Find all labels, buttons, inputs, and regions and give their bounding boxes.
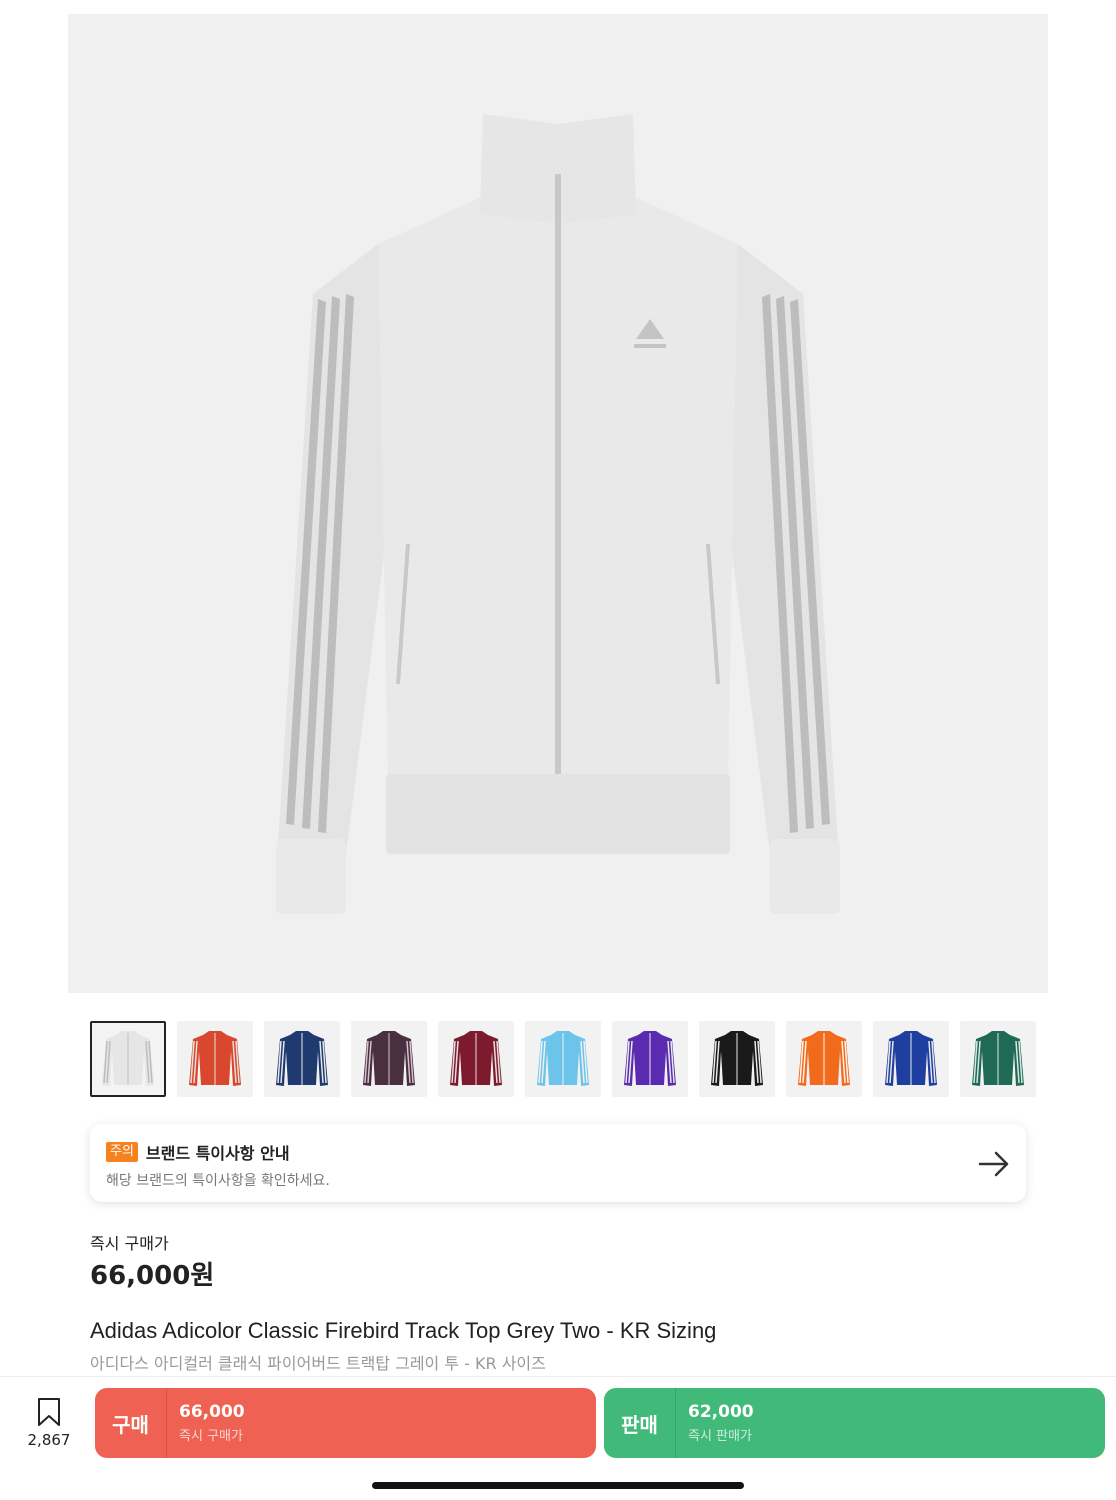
buy-button[interactable]: 구매 66,000 즉시 구매가 bbox=[95, 1388, 596, 1458]
buy-price: 66,000 bbox=[179, 1402, 245, 1422]
buy-label: 구매 bbox=[95, 1388, 167, 1458]
home-indicator bbox=[372, 1482, 744, 1489]
color-variant-thumbnail[interactable] bbox=[90, 1021, 166, 1097]
color-variant-thumbnail[interactable] bbox=[873, 1021, 949, 1097]
arrow-right-icon[interactable] bbox=[976, 1146, 1012, 1182]
jacket-thumbnail-icon bbox=[972, 1031, 1024, 1086]
brand-notice-banner[interactable]: 주의 브랜드 특이사항 안내 해당 브랜드의 특이사항을 확인하세요. bbox=[90, 1124, 1026, 1202]
warning-badge: 주의 bbox=[106, 1142, 138, 1162]
color-variant-thumbnail[interactable] bbox=[438, 1021, 514, 1097]
color-variant-thumbnail[interactable] bbox=[177, 1021, 253, 1097]
sell-price-label: 즉시 판매가 bbox=[688, 1429, 752, 1444]
sell-price: 62,000 bbox=[688, 1402, 754, 1422]
product-image bbox=[68, 14, 1048, 993]
sell-label: 판매 bbox=[604, 1388, 676, 1458]
color-variant-thumbnail[interactable] bbox=[960, 1021, 1036, 1097]
color-variant-thumbnail[interactable] bbox=[264, 1021, 340, 1097]
notice-title: 브랜드 특이사항 안내 bbox=[145, 1144, 290, 1163]
buy-price-label: 즉시 구매가 bbox=[179, 1429, 243, 1444]
product-title: Adidas Adicolor Classic Firebird Track T… bbox=[90, 1318, 717, 1343]
jacket-image bbox=[276, 113, 840, 914]
jacket-thumbnail-icon bbox=[450, 1031, 502, 1086]
sell-button[interactable]: 판매 62,000 즉시 판매가 bbox=[604, 1388, 1105, 1458]
jacket-thumbnail-icon bbox=[798, 1031, 850, 1086]
color-variant-thumbnail[interactable] bbox=[786, 1021, 862, 1097]
instant-buy-price-label: 즉시 구매가 bbox=[90, 1234, 169, 1253]
bookmark-count: 2,867 bbox=[27, 1431, 71, 1449]
jacket-thumbnail-icon bbox=[885, 1031, 937, 1086]
color-variant-list bbox=[90, 1021, 1038, 1097]
bookmark-icon bbox=[38, 1398, 60, 1426]
jacket-thumbnail-icon bbox=[537, 1031, 589, 1086]
jacket-thumbnail-icon bbox=[624, 1031, 676, 1086]
color-variant-thumbnail[interactable] bbox=[699, 1021, 775, 1097]
notice-subtitle: 해당 브랜드의 특이사항을 확인하세요. bbox=[106, 1173, 330, 1189]
color-variant-thumbnail[interactable] bbox=[612, 1021, 688, 1097]
jacket-thumbnail-icon bbox=[363, 1031, 415, 1086]
color-variant-thumbnail[interactable] bbox=[351, 1021, 427, 1097]
jacket-thumbnail-icon bbox=[276, 1031, 328, 1086]
color-variant-thumbnail[interactable] bbox=[525, 1021, 601, 1097]
jacket-thumbnail-icon bbox=[102, 1031, 154, 1086]
instant-buy-price: 66,000원 bbox=[90, 1261, 215, 1291]
bookmark-button[interactable]: 2,867 bbox=[20, 1397, 78, 1453]
jacket-thumbnail-icon bbox=[189, 1031, 241, 1086]
jacket-thumbnail-icon bbox=[711, 1031, 763, 1086]
product-title-korean: 아디다스 아디컬러 클래식 파이어버드 트랙탑 그레이 투 - KR 사이즈 bbox=[90, 1354, 546, 1373]
